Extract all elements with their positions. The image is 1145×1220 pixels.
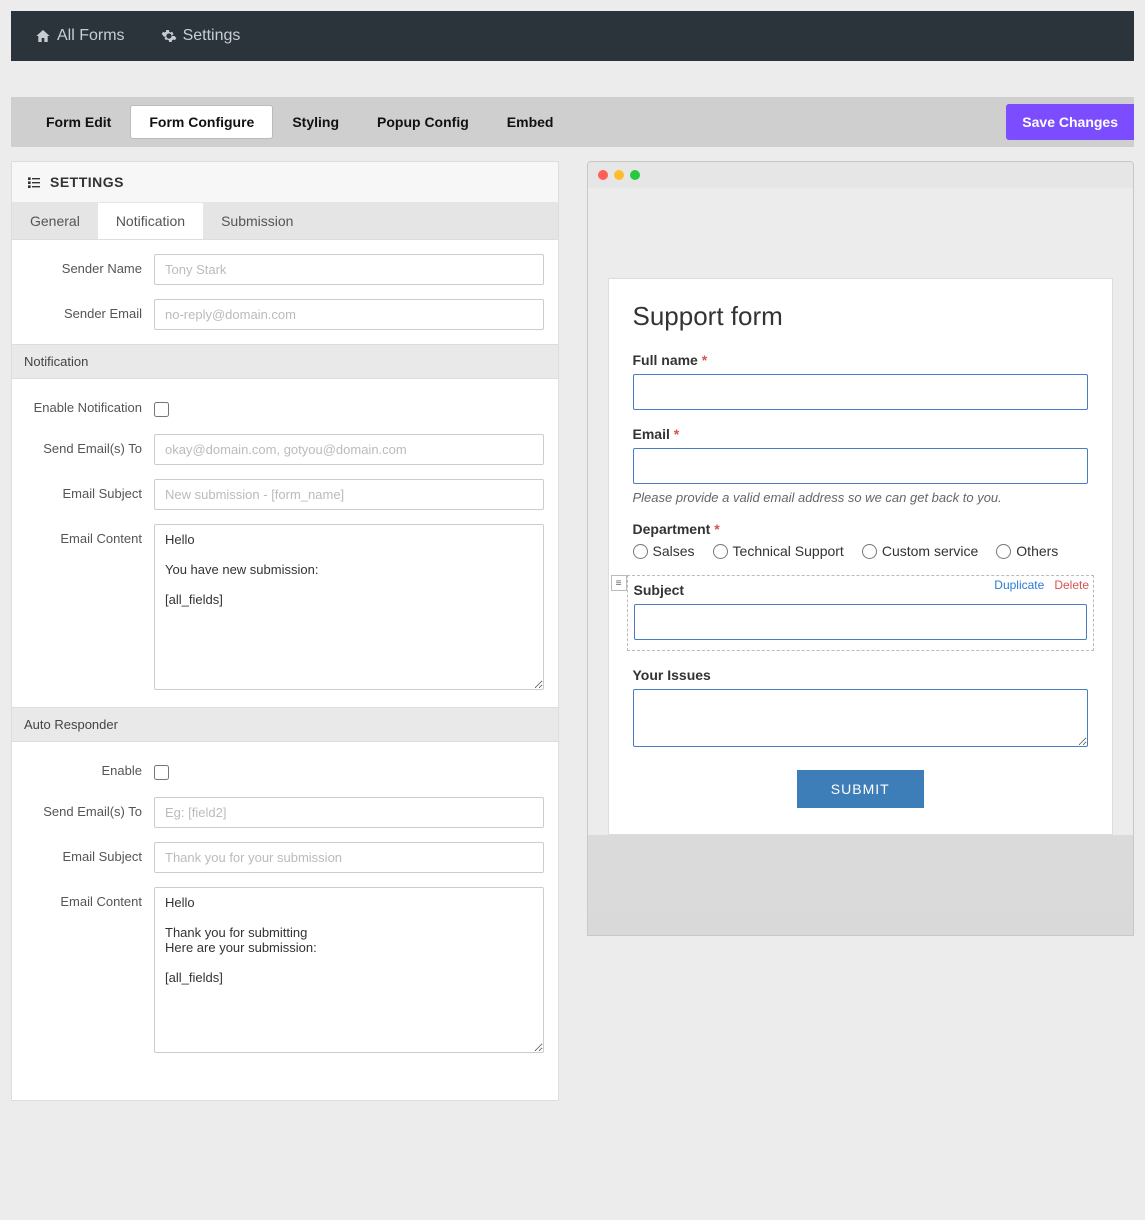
autoresponder-section-header: Auto Responder [12,707,558,742]
config-tab-bar: Form Edit Form Configure Styling Popup C… [11,97,1134,147]
sender-email-label: Sender Email [26,299,154,321]
subject-input[interactable] [634,604,1088,640]
ar-content-label: Email Content [26,887,154,909]
settings-panel: SETTINGS General Notification Submission… [11,161,559,1101]
email-subject-label: Email Subject [26,479,154,501]
ar-subject-input[interactable] [154,842,544,873]
submit-button[interactable]: SUBMIT [797,770,924,808]
window-maximize-icon [630,170,640,180]
send-emails-to-label: Send Email(s) To [26,434,154,456]
full-name-label: Full name * [633,352,1089,368]
sender-name-input[interactable] [154,254,544,285]
send-emails-to-input[interactable] [154,434,544,465]
enable-notification-label: Enable Notification [26,393,154,415]
notification-section-header: Notification [12,344,558,379]
form-title: Support form [633,301,1089,332]
issues-textarea[interactable] [633,689,1089,747]
ar-enable-checkbox[interactable] [154,765,169,780]
form-preview-window: Support form Full name * Email * Please … [587,161,1135,936]
nav-all-forms[interactable]: All Forms [35,27,125,45]
sliders-icon [26,174,42,190]
full-name-input[interactable] [633,374,1089,410]
email-content-textarea[interactable] [154,524,544,690]
delete-field-button[interactable]: Delete [1054,578,1089,592]
support-form-preview: Support form Full name * Email * Please … [608,278,1114,835]
home-icon [35,28,51,44]
sender-name-label: Sender Name [26,254,154,276]
save-changes-button[interactable]: Save Changes [1006,104,1134,140]
subtab-general[interactable]: General [12,203,98,239]
duplicate-field-button[interactable]: Duplicate [994,578,1044,592]
nav-all-forms-label: All Forms [57,27,125,45]
email-label: Email * [633,426,1089,442]
tab-popup-config[interactable]: Popup Config [358,105,488,139]
radio-salses[interactable]: Salses [633,543,695,559]
subtab-notification[interactable]: Notification [98,203,203,239]
nav-settings[interactable]: Settings [161,27,241,45]
email-help-text: Please provide a valid email address so … [633,490,1089,505]
email-subject-input[interactable] [154,479,544,510]
tab-form-configure[interactable]: Form Configure [130,105,273,139]
window-controls [588,162,1134,188]
tab-styling[interactable]: Styling [273,105,358,139]
email-input[interactable] [633,448,1089,484]
ar-subject-label: Email Subject [26,842,154,864]
tab-form-edit[interactable]: Form Edit [27,105,130,139]
sender-email-input[interactable] [154,299,544,330]
enable-notification-checkbox[interactable] [154,402,169,417]
ar-send-to-input[interactable] [154,797,544,828]
gear-icon [161,28,177,44]
window-minimize-icon [614,170,624,180]
settings-panel-title: SETTINGS [12,162,558,203]
radio-others[interactable]: Others [996,543,1058,559]
top-nav: All Forms Settings [11,11,1134,61]
settings-subtabs: General Notification Submission [12,203,558,240]
subject-field-selected[interactable]: ≡ Duplicate Delete Subject [627,575,1095,651]
nav-settings-label: Settings [183,27,241,45]
email-content-label: Email Content [26,524,154,546]
window-close-icon [598,170,608,180]
tab-embed[interactable]: Embed [488,105,573,139]
ar-enable-label: Enable [26,756,154,778]
ar-send-to-label: Send Email(s) To [26,797,154,819]
ar-content-textarea[interactable] [154,887,544,1053]
subtab-submission[interactable]: Submission [203,203,311,239]
radio-custom-service[interactable]: Custom service [862,543,978,559]
issues-label: Your Issues [633,667,1089,683]
radio-technical-support[interactable]: Technical Support [713,543,844,559]
drag-handle-icon[interactable]: ≡ [611,575,627,591]
department-label: Department * [633,521,1089,537]
